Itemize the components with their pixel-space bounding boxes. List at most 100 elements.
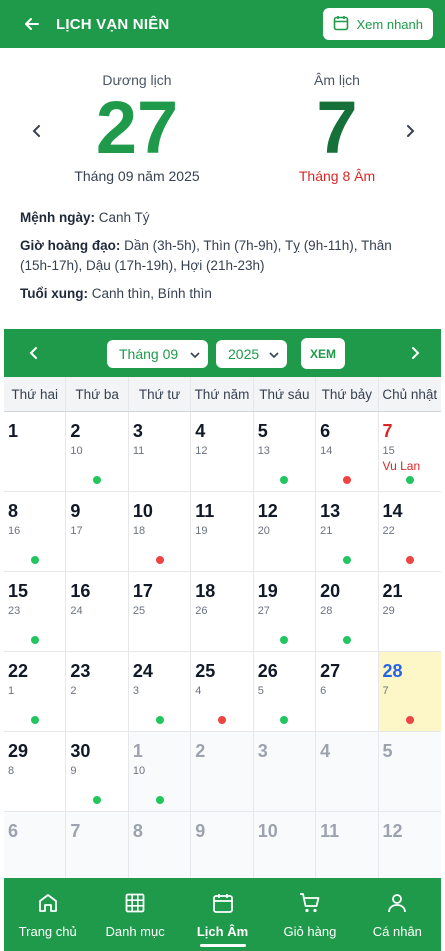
- calendar-day[interactable]: 7 15 Vu Lan: [378, 412, 441, 492]
- cart-icon: [298, 891, 322, 918]
- calendar-day[interactable]: 1: [4, 412, 67, 492]
- lunar-day-number: 24: [70, 605, 83, 617]
- next-month-chevron-icon[interactable]: [405, 343, 425, 363]
- lunar-day-number: 3: [132, 685, 139, 697]
- calendar-day[interactable]: 5: [378, 732, 441, 812]
- calendar-day[interactable]: 15 23: [4, 572, 67, 652]
- calendar-day[interactable]: 27 6: [316, 652, 379, 732]
- lunar-day-number: 6: [320, 685, 327, 697]
- nav-label: Danh mục: [105, 923, 165, 939]
- nav-label: Trang chủ: [18, 923, 77, 939]
- calendar-day[interactable]: 2 10: [66, 412, 129, 492]
- calendar-day[interactable]: 5 13: [253, 412, 317, 492]
- solar-day-number: 10: [257, 821, 278, 841]
- solar-day-number: 16: [70, 581, 91, 601]
- calendar-day[interactable]: 16 24: [66, 572, 129, 652]
- calendar-day[interactable]: 21 29: [378, 572, 441, 652]
- calendar-day[interactable]: 14 22: [378, 492, 441, 572]
- solar-day-number: 12: [382, 821, 403, 841]
- lunar-day-number: 20: [257, 525, 270, 537]
- lunar-day-number: 14: [320, 445, 333, 457]
- lunar-day-number: 16: [8, 525, 21, 537]
- calendar-day[interactable]: 12 20: [253, 492, 317, 572]
- nav-item-calendar[interactable]: Lịch Âm: [179, 878, 266, 951]
- chevron-down-icon: [269, 346, 279, 362]
- good-day-dot: [93, 796, 102, 804]
- lunar-month: Tháng 8 Âm: [298, 168, 376, 184]
- calendar-day[interactable]: 4 12: [191, 412, 254, 492]
- year-select[interactable]: 2025: [216, 340, 287, 368]
- calendar-day[interactable]: 26 5: [253, 652, 317, 732]
- calendar-day[interactable]: 23 2: [66, 652, 129, 732]
- lunar-day-number: 1: [8, 685, 15, 697]
- nav-item-home[interactable]: Trang chủ: [4, 878, 91, 951]
- user-icon: [385, 891, 409, 918]
- weekday-label: Thứ sáu: [254, 377, 317, 411]
- calendar-day[interactable]: 6 14: [316, 412, 379, 492]
- calendar-day[interactable]: 13 21: [316, 492, 379, 572]
- calendar-controls: Tháng 09 2025 XEM: [4, 329, 441, 377]
- lunar-day-number: 13: [257, 445, 270, 457]
- calendar-week-row: 1 2 10 3 11 4 12 5 13 6 14 7 15 Vu Lan: [4, 412, 441, 492]
- solar-day: 27: [95, 86, 179, 169]
- calendar-day[interactable]: 1 10: [128, 732, 192, 812]
- home-icon: [36, 891, 60, 918]
- solar-day-number: 2: [70, 421, 81, 441]
- calendar-day[interactable]: 8 16: [4, 492, 67, 572]
- solar-day-number: 25: [195, 661, 216, 681]
- calendar-day[interactable]: 9 17: [66, 492, 129, 572]
- bad-day-dot: [155, 556, 164, 564]
- next-day-chevron-icon[interactable]: [400, 121, 420, 141]
- nav-item-user[interactable]: Cá nhân: [354, 878, 441, 951]
- calendar-day[interactable]: 4: [316, 732, 379, 812]
- good-day-dot: [342, 636, 351, 644]
- calendar-week-row: 22 1 23 2 24 3 25 4 26 5 27 6 28 7: [4, 652, 441, 732]
- nav-item-cart[interactable]: Giỏ hàng: [266, 878, 353, 951]
- view-button[interactable]: XEM: [301, 338, 345, 369]
- month-select[interactable]: Tháng 09: [107, 340, 208, 368]
- calendar-day[interactable]: 3: [253, 732, 317, 812]
- calendar-day[interactable]: 29 8: [4, 732, 67, 812]
- good-day-dot: [30, 556, 39, 564]
- lunar-date: Âm lịch 7 Tháng 8 Âm: [267, 72, 407, 184]
- calendar-day[interactable]: 22 1: [4, 652, 67, 732]
- calendar-day[interactable]: 19 27: [253, 572, 317, 652]
- solar-day-number: 6: [8, 821, 19, 841]
- nav-label: Cá nhân: [372, 923, 422, 939]
- bad-day-dot: [405, 556, 414, 564]
- prev-day-chevron-icon[interactable]: [27, 121, 47, 141]
- calendar-day[interactable]: 2: [191, 732, 254, 812]
- solar-day-number: 2: [195, 741, 206, 761]
- app-header: LỊCH VẠN NIÊN Xem nhanh: [0, 0, 445, 48]
- solar-day-number: 21: [382, 581, 403, 601]
- calendar-day[interactable]: 10 18: [128, 492, 192, 572]
- calendar-day[interactable]: 20 28: [316, 572, 379, 652]
- bad-day-dot: [405, 716, 414, 724]
- solar-day-number: 3: [257, 741, 268, 761]
- good-day-dot: [155, 796, 164, 804]
- calendar-day[interactable]: 18 26: [191, 572, 254, 652]
- calendar-day[interactable]: 17 25: [128, 572, 192, 652]
- solar-day-number: 29: [8, 741, 29, 761]
- calendar-day[interactable]: 11 19: [191, 492, 254, 572]
- back-arrow-icon[interactable]: [22, 14, 42, 34]
- prev-month-chevron-icon[interactable]: [24, 343, 44, 363]
- page-title: LỊCH VẠN NIÊN: [56, 15, 170, 33]
- calendar-icon: [333, 15, 349, 34]
- solar-day-number: 28: [382, 661, 403, 681]
- solar-day-number: 9: [70, 501, 81, 521]
- lunar-day-number: 29: [382, 605, 395, 617]
- weekday-label: Thứ hai: [4, 377, 67, 411]
- calendar-day[interactable]: 30 9: [66, 732, 129, 812]
- quick-view-button[interactable]: Xem nhanh: [322, 8, 433, 40]
- lunar-day: 7: [316, 86, 358, 169]
- solar-day-number: 11: [195, 501, 215, 521]
- nav-item-grid[interactable]: Danh mục: [91, 878, 178, 951]
- calendar-day[interactable]: 3 11: [128, 412, 192, 492]
- lunar-day-number: 28: [320, 605, 333, 617]
- calendar-day-today[interactable]: 28 7: [378, 652, 441, 732]
- calendar-day[interactable]: 25 4: [191, 652, 254, 732]
- nav-label: Lịch Âm: [196, 923, 249, 939]
- calendar-day[interactable]: 24 3: [128, 652, 192, 732]
- lunar-day-number: 19: [195, 525, 208, 537]
